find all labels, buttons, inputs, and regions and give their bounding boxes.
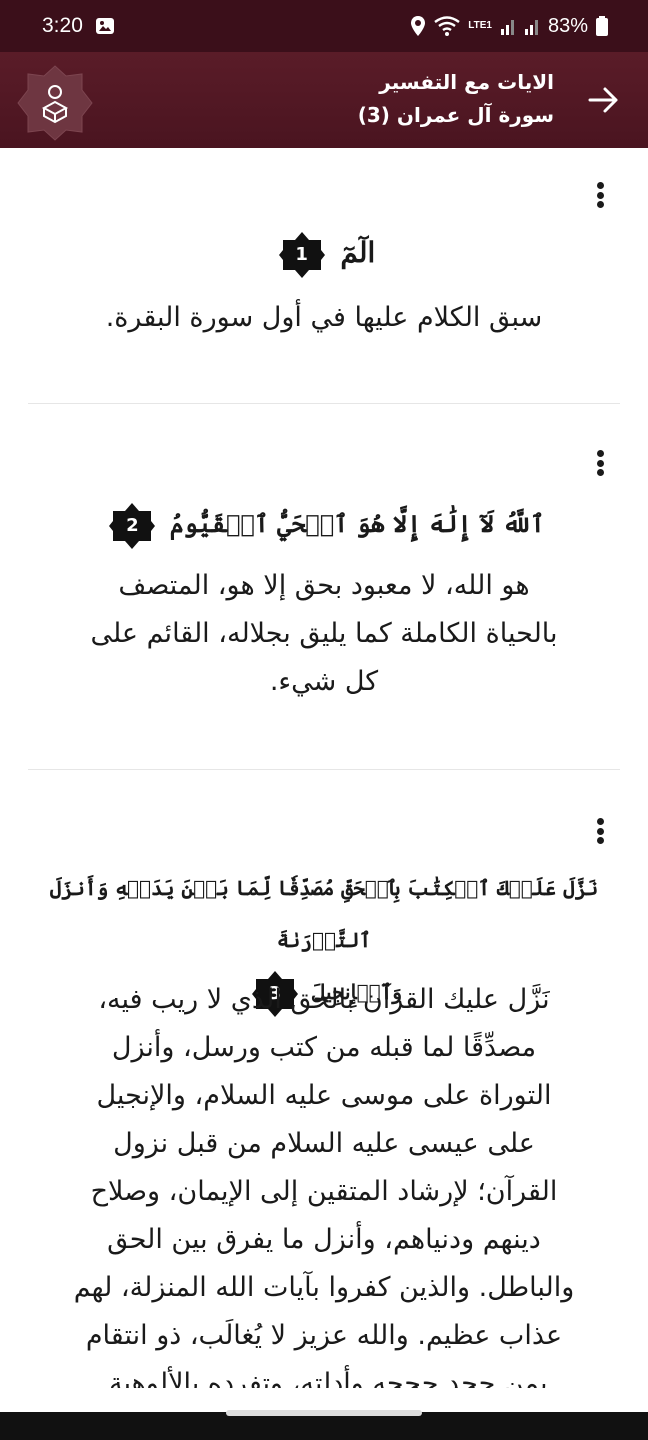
system-nav-bar bbox=[0, 1388, 648, 1440]
tafsir-line: على عيسى عليه السلام من قبل نزول bbox=[113, 1128, 535, 1159]
ayah-card: ٱللَّهُ لَآ إِلَٰهَ إِلَّا هُوَ ٱلۡحَيُّ… bbox=[0, 404, 648, 770]
tafsir-line: مصدِّقًا لما قبله من كتب ورسل، وأنزل bbox=[111, 1032, 537, 1063]
battery-percent: 83% bbox=[547, 14, 588, 37]
arrow-right-icon bbox=[588, 87, 618, 113]
tafsir-line: بمن جحد حججه وأدلته، وتفرده بالألوهية. bbox=[100, 1368, 548, 1388]
ayah-arabic: الٓمٓ bbox=[340, 236, 376, 269]
volte-label: LTE1 bbox=[468, 20, 492, 31]
tafsir-line: كل شيء. bbox=[269, 666, 379, 697]
tafsir-line: عذاب عظيم. والله عزيز لا يُغالَب، ذو انت… bbox=[85, 1320, 563, 1351]
signal-1-icon bbox=[500, 17, 516, 35]
status-left: 3:20 bbox=[42, 14, 115, 38]
battery-icon bbox=[596, 16, 608, 36]
wifi-icon bbox=[434, 16, 460, 36]
tafsir-text: نَزَّل عليك القرآن بالحق الذي لا ريب فيه… bbox=[36, 976, 612, 1388]
status-time: 3:20 bbox=[42, 14, 83, 37]
ayah-number-badge: 1 bbox=[278, 231, 325, 278]
ayah-number-badge: 2 bbox=[109, 502, 156, 549]
status-right: LTE1 83% bbox=[410, 15, 608, 38]
nav-bar-bg bbox=[0, 1412, 648, 1440]
ayah-card: نَزَّلَ عَلَيۡكَ ٱلۡكِتَٰبَ بِٱلۡحَقِّ م… bbox=[0, 770, 648, 1388]
ayah-text: ٱللَّهُ لَآ إِلَٰهَ إِلَّا هُوَ ٱلۡحَيُّ… bbox=[40, 500, 608, 549]
signal-2-icon bbox=[524, 17, 540, 35]
tafsir-line: دينهم ودنياهم، وأنزل ما يفرق بين الحق bbox=[107, 1224, 541, 1255]
ayah-card: الٓمٓ 1 سبق الكلام عليها في أول سورة الب… bbox=[0, 148, 648, 404]
page-title: الايات مع التفسير bbox=[379, 70, 554, 94]
tafsir-text: هو الله، لا معبود بحق إلا هو، المتصف بال… bbox=[36, 562, 612, 706]
gallery-icon bbox=[95, 17, 115, 35]
tafsir-line: نَزَّل عليك القرآن بالحق الذي لا ريب فيه… bbox=[98, 984, 550, 1015]
ayah-arabic-line: نَزَّلَ عَلَيۡكَ ٱلۡكِتَٰبَ بِٱلۡحَقِّ م… bbox=[49, 876, 599, 952]
tafsir-text: سبق الكلام عليها في أول سورة البقرة. bbox=[105, 302, 543, 333]
tafsir-line: هو الله، لا معبود بحق إلا هو، المتصف bbox=[118, 570, 530, 601]
kebab-menu-icon[interactable] bbox=[588, 178, 612, 212]
tafsir-line: التوراة على موسى عليه السلام، والإنجيل bbox=[96, 1080, 552, 1111]
kebab-menu-icon[interactable] bbox=[588, 814, 612, 848]
app-bar: الايات مع التفسير سورة آل عمران (3) bbox=[0, 52, 648, 148]
location-icon bbox=[410, 15, 426, 37]
reader-logo-icon[interactable] bbox=[16, 64, 94, 142]
tafsir-line: والباطل. والذين كفروا بآيات الله المنزلة… bbox=[73, 1272, 575, 1303]
surah-subtitle: سورة آل عمران (3) bbox=[357, 103, 554, 127]
ayah-arabic: ٱللَّهُ لَآ إِلَٰهَ إِلَّا هُوَ ٱلۡحَيُّ… bbox=[169, 509, 545, 538]
tafsir-line: القرآن؛ لإرشاد المتقين إلى الإيمان، وصلا… bbox=[90, 1176, 558, 1207]
ayat-list[interactable]: الٓمٓ 1 سبق الكلام عليها في أول سورة الب… bbox=[0, 148, 648, 1388]
tafsir-line: بالحياة الكاملة كما يليق بجلاله، القائم … bbox=[90, 618, 558, 649]
app-titles: الايات مع التفسير سورة آل عمران (3) bbox=[358, 66, 554, 132]
back-button[interactable] bbox=[586, 82, 622, 118]
kebab-menu-icon[interactable] bbox=[588, 446, 612, 480]
home-gesture-handle[interactable] bbox=[226, 1410, 422, 1416]
status-bar: 3:20 LTE1 83% bbox=[0, 0, 648, 52]
ayah-text: الٓمٓ 1 bbox=[40, 230, 608, 278]
